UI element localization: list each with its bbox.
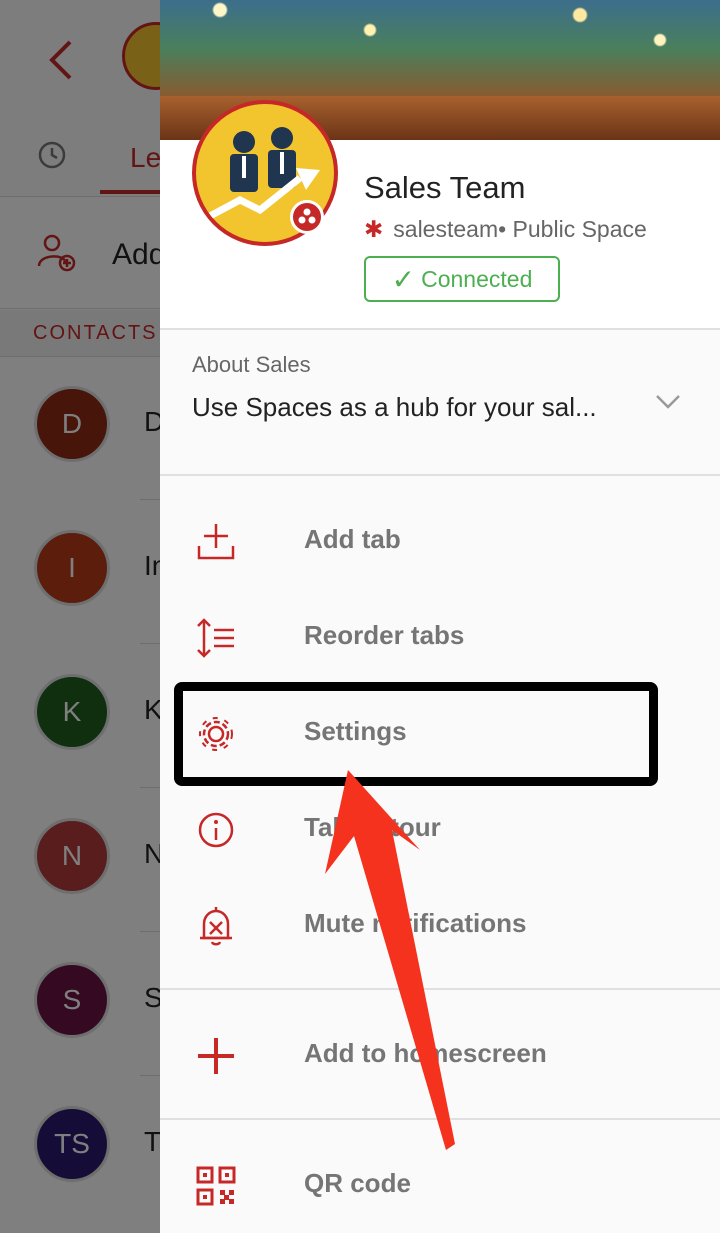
check-icon: ✓ bbox=[391, 263, 416, 295]
about-description: Use Spaces as a hub for your sal... bbox=[192, 392, 597, 422]
asterisk-icon: ✱ bbox=[364, 216, 384, 242]
menu-item-label: Add to homescreen bbox=[304, 1038, 547, 1068]
menu-item-label: Mute notifications bbox=[304, 908, 527, 938]
space-title: Sales Team bbox=[364, 170, 526, 205]
space-handle: salesteam• Public Space bbox=[393, 216, 647, 242]
menu-item-label: QR code bbox=[304, 1168, 411, 1198]
menu-item-reorder-tabs[interactable]: Reorder tabs bbox=[160, 590, 720, 686]
divider bbox=[160, 474, 720, 476]
about-label: About Sales bbox=[192, 352, 311, 377]
menu-item-label: Add tab bbox=[304, 524, 401, 554]
space-subtitle: ✱ salesteam• Public Space bbox=[364, 216, 647, 243]
divider bbox=[160, 988, 720, 990]
reorder-icon bbox=[197, 618, 234, 658]
space-badge-icon bbox=[290, 200, 324, 234]
settings-highlight-box bbox=[174, 682, 658, 786]
menu-item-label: Reorder tabs bbox=[304, 620, 465, 650]
menu-item-mute-notifications[interactable]: Mute notifications bbox=[160, 878, 720, 974]
mute-bell-icon bbox=[200, 907, 232, 946]
plus-icon bbox=[198, 1038, 234, 1074]
space-drawer: Sales Team ✱ salesteam• Public Space ✓ Co… bbox=[160, 0, 720, 1233]
chevron-down-icon[interactable] bbox=[654, 388, 682, 416]
menu-item-add-tab[interactable]: Add tab bbox=[160, 494, 720, 590]
info-icon bbox=[198, 812, 234, 848]
menu-item-qr-code[interactable]: QR code bbox=[160, 1138, 720, 1233]
menu-item-add-to-homescreen[interactable]: Add to homescreen bbox=[160, 1008, 720, 1104]
connected-label: Connected bbox=[421, 265, 533, 292]
qr-code-icon bbox=[196, 1166, 236, 1206]
menu-item-take-a-tour[interactable]: Take a tour bbox=[160, 782, 720, 878]
add-tab-icon bbox=[197, 524, 235, 560]
connected-status-button[interactable]: ✓ Connected bbox=[364, 256, 560, 302]
menu-item-label: Take a tour bbox=[304, 812, 441, 842]
divider bbox=[160, 1118, 720, 1120]
